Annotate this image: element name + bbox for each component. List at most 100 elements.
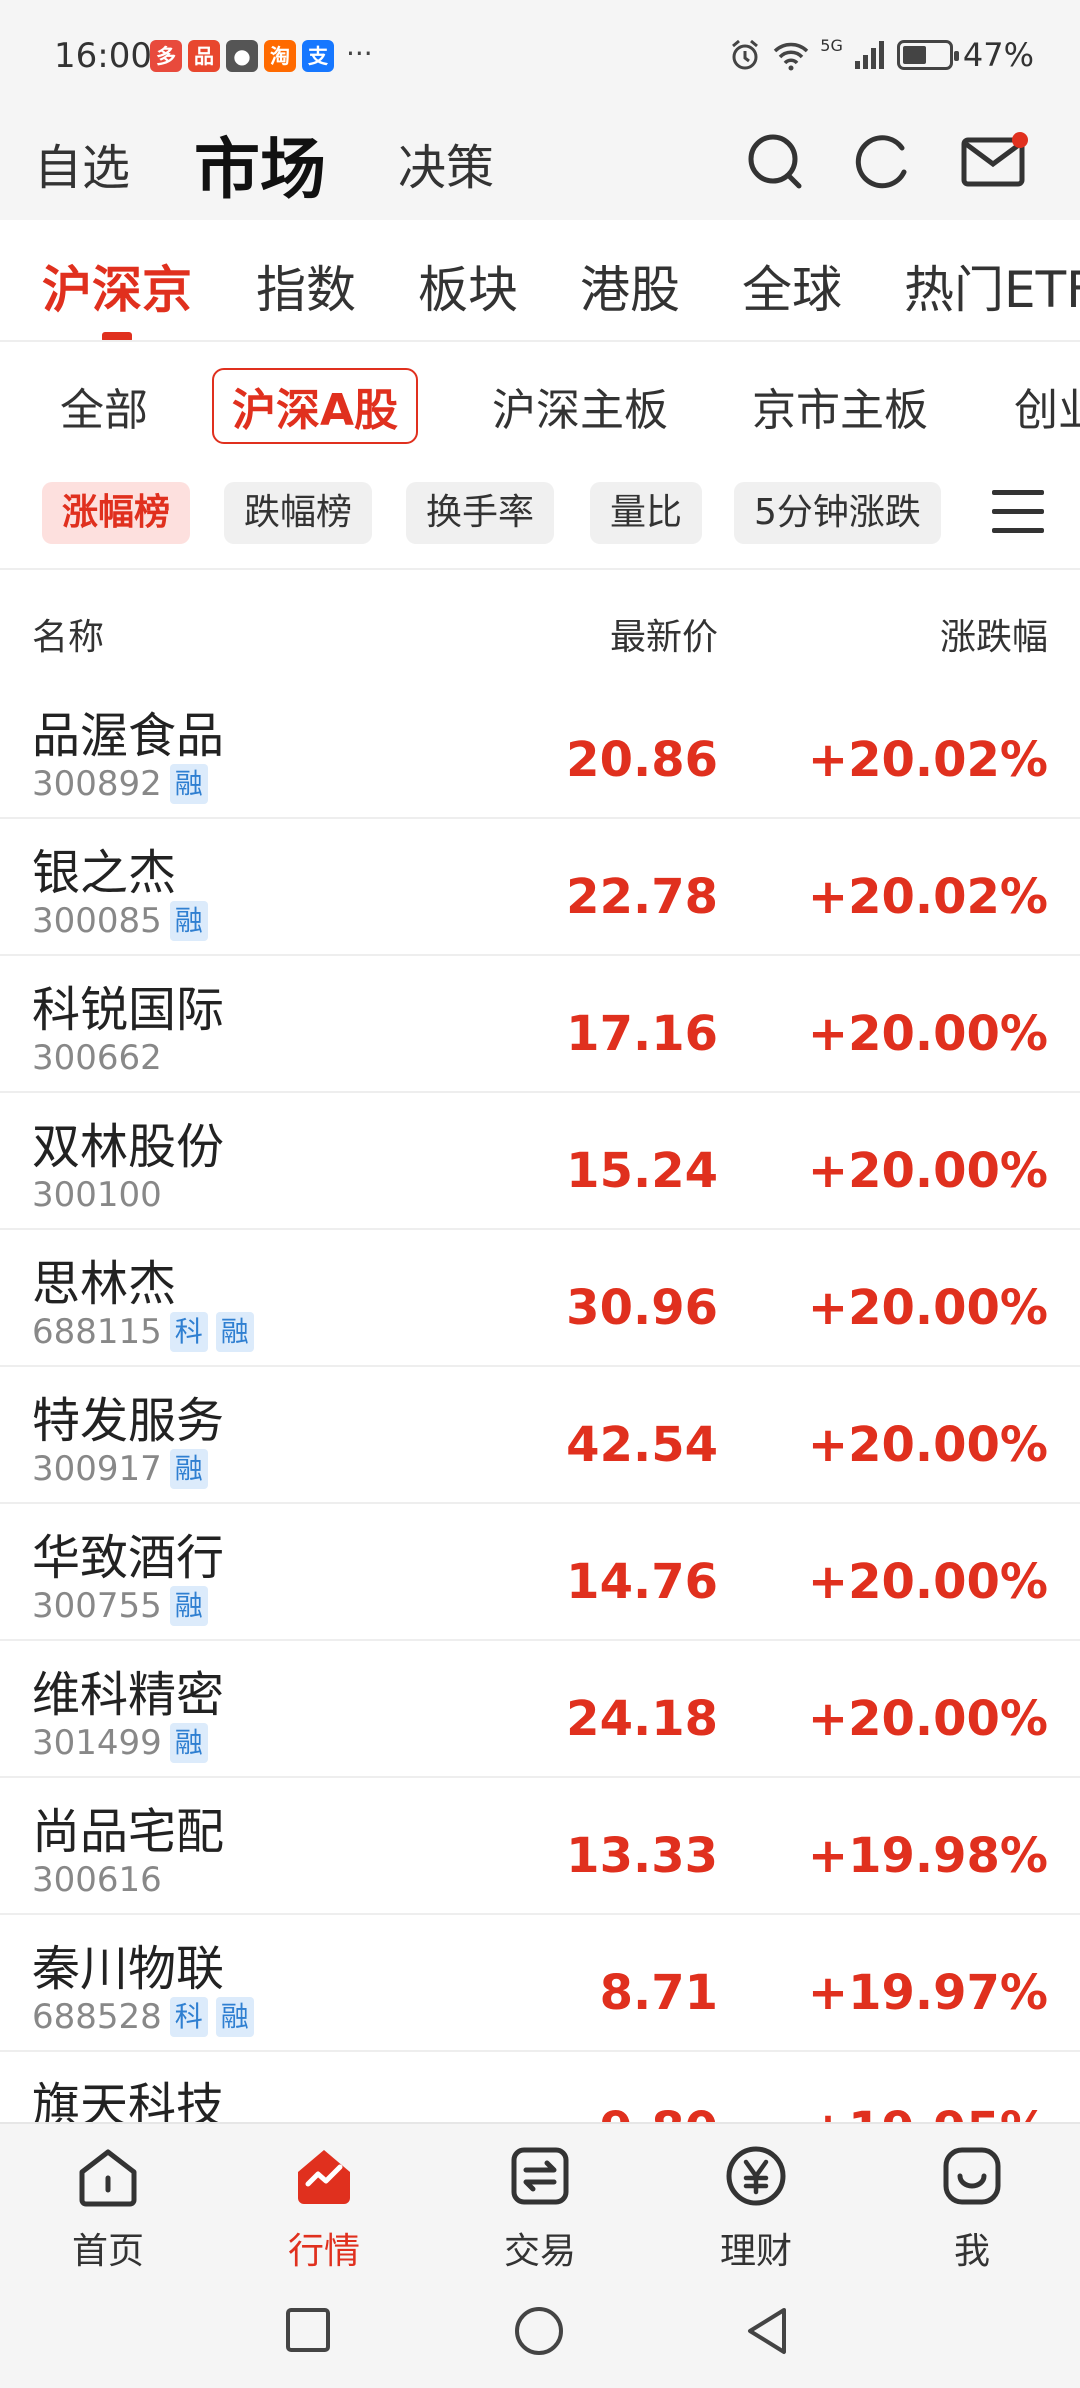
tab-global[interactable]: 全球 [742,250,842,322]
nav-profile-label: 我 [953,2231,990,2272]
table-row[interactable]: 双林股份 300100 15.24 +20.00% [0,1093,1080,1230]
table-row[interactable]: 银之杰 300085 融 22.78 +20.02% [0,819,1080,956]
table-row[interactable]: 秦川物联 688528 科融 8.71 +19.97% [0,1915,1080,2052]
taobao-notification-icon: 淘 [264,40,296,72]
back-icon[interactable] [742,2304,792,2358]
market-tabs: 沪深京 指数 板块 港股 全球 热门ETF [0,222,1080,342]
stock-code-line: 300662 [32,1038,162,1078]
more-notifications-icon: ··· [346,37,373,70]
stock-name: 品渥食品 [32,708,225,764]
table-row[interactable]: 华致酒行 300755 融 14.76 +20.00% [0,1504,1080,1641]
table-row[interactable]: 科锐国际 300662 17.16 +20.00% [0,956,1080,1093]
nav-market-label: 行情 [287,2231,360,2272]
filter-turnover[interactable]: 换手率 [406,482,555,544]
stock-code: 300755 [32,1586,162,1626]
nav-profile[interactable]: 我 [902,2142,1042,2274]
stock-name: 银之杰 [32,845,177,901]
stock-name: 思林杰 [32,1256,177,1312]
sub-tabs: 全部 沪深A股 沪深主板 京市主板 创业 [0,344,1080,460]
tab-decision[interactable]: 决策 [398,128,494,198]
stock-price: 24.18 [566,1691,718,1747]
table-header: 名称 最新价 涨跌幅 [0,572,1080,682]
battery-icon [896,40,959,70]
signal-icon [854,41,884,69]
nav-home-label: 首页 [71,2231,144,2272]
subtab-bj-main-board[interactable]: 京市主板 [752,374,928,438]
table-row[interactable]: 旗天科技 9.80 +19.95% [0,2052,1080,2122]
stock-price: 15.24 [566,1143,718,1199]
ranking-filters: 涨幅榜 跌幅榜 换手率 量比 5分钟涨跌 [0,460,1080,570]
status-time: 16:00 [54,36,152,76]
stock-price: 14.76 [566,1554,718,1610]
profile-smile-icon [943,2147,1001,2205]
stock-name: 维科精密 [32,1667,225,1723]
header-change[interactable]: 涨跌幅 [940,608,1048,660]
stock-code-line: 300085 融 [32,901,208,941]
menu-icon[interactable] [992,490,1044,536]
tab-watchlist[interactable]: 自选 [34,128,130,198]
tab-hot-etf[interactable]: 热门ETF [904,250,1080,322]
nav-trade[interactable]: 交易 [470,2142,610,2274]
filter-volume-ratio[interactable]: 量比 [590,482,703,544]
filter-gainers[interactable]: 涨幅榜 [42,482,191,544]
table-row[interactable]: 尚品宅配 300616 13.33 +19.98% [0,1778,1080,1915]
home-icon [79,2149,137,2207]
stock-code-line: 300616 [32,1860,162,1900]
stock-code-line: 688115 科融 [32,1312,254,1352]
filter-5min-change[interactable]: 5分钟涨跌 [734,482,941,544]
refresh-icon[interactable] [852,130,916,194]
subtab-all[interactable]: 全部 [60,374,148,438]
stock-name: 秦川物联 [32,1941,225,1997]
table-row[interactable]: 特发服务 300917 融 42.54 +20.00% [0,1367,1080,1504]
tab-sector[interactable]: 板块 [418,250,518,322]
alipay-notification-icon: 支 [302,40,334,72]
table-row[interactable]: 思林杰 688115 科融 30.96 +20.00% [0,1230,1080,1367]
market-trend-icon [298,2150,350,2204]
network-type: 5G [820,35,843,55]
stock-name: 双林股份 [32,1119,225,1175]
subtab-a-shares[interactable]: 沪深A股 [212,368,419,444]
recent-apps-icon[interactable] [284,2306,332,2354]
nav-wealth-label: 理财 [719,2231,792,2272]
stock-code: 688528 [32,1997,162,2037]
stock-price: 13.33 [566,1828,718,1884]
stock-price: 17.16 [566,1006,718,1062]
stock-change: +20.00% [807,1143,1048,1199]
system-nav-bar [0,2274,1080,2388]
header-name[interactable]: 名称 [32,608,104,660]
nav-trade-label: 交易 [503,2231,576,2272]
search-icon[interactable] [744,130,808,194]
stock-change: +19.98% [807,1828,1048,1884]
wealth-yen-icon [726,2146,786,2206]
mail-icon[interactable] [960,130,1030,194]
stock-price: 20.86 [566,732,718,788]
nav-home[interactable]: 首页 [38,2142,178,2274]
stock-price: 42.54 [566,1417,718,1473]
tab-hk-stocks[interactable]: 港股 [580,250,680,322]
stock-code-line: 300892 融 [32,764,208,804]
stock-code-line: 300917 融 [32,1449,208,1489]
subtab-chinext[interactable]: 创业 [1014,374,1080,438]
tab-index[interactable]: 指数 [256,250,356,322]
header-price[interactable]: 最新价 [610,608,718,660]
tab-hushenjing[interactable]: 沪深京 [42,250,192,322]
stock-tag-badge: 融 [169,764,208,804]
home-button-icon[interactable] [512,2304,566,2358]
stock-code: 300616 [32,1860,162,1900]
trade-icon [511,2147,569,2205]
wifi-icon [774,42,809,71]
table-row[interactable]: 品渥食品 300892 融 20.86 +20.02% [0,682,1080,819]
alarm-icon [732,39,759,70]
tab-market[interactable]: 市场 [194,116,326,212]
stock-tag-badge: 融 [169,1723,208,1763]
status-bar: 16:00 多 品 ● 淘 支 ··· 5G 47% [0,0,1080,110]
filter-losers[interactable]: 跌幅榜 [224,482,373,544]
nav-market[interactable]: 行情 [254,2142,394,2274]
table-row[interactable]: 维科精密 301499 融 24.18 +20.00% [0,1641,1080,1778]
message-notification-icon: ● [226,40,258,72]
stock-code-line: 688528 科融 [32,1997,254,2037]
subtab-main-board[interactable]: 沪深主板 [492,374,668,438]
stock-change: +20.00% [807,1006,1048,1062]
stock-price: 30.96 [566,1280,718,1336]
nav-wealth[interactable]: 理财 [686,2142,826,2274]
